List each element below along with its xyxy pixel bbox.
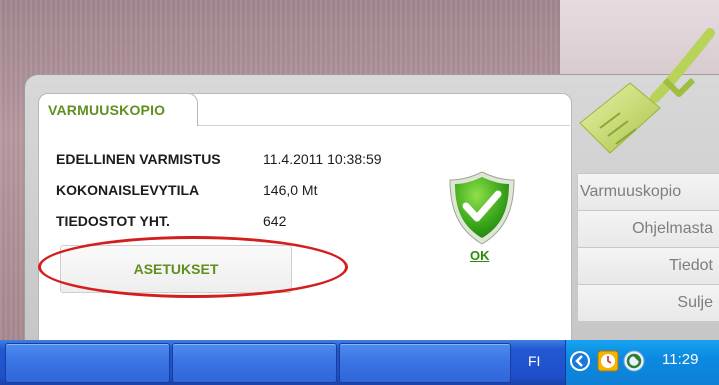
shield-check-icon bbox=[449, 171, 515, 245]
menu-item-sulje[interactable]: Sulje bbox=[577, 284, 719, 321]
taskbar-button[interactable] bbox=[339, 343, 511, 383]
info-value: 642 bbox=[263, 213, 287, 229]
info-label: EDELLINEN VARMISTUS bbox=[56, 151, 221, 167]
tray-expand-icon[interactable] bbox=[569, 350, 591, 372]
chevron-down-icon[interactable] bbox=[661, 72, 697, 102]
menu-item-varmuuskopio[interactable]: Varmuuskopio bbox=[577, 173, 719, 210]
tab-varmuuskopio[interactable]: VARMUUSKOPIO bbox=[38, 93, 198, 126]
info-label: TIEDOSTOT YHT. bbox=[56, 213, 170, 229]
clock-app-icon[interactable] bbox=[597, 350, 619, 372]
network-status-icon[interactable] bbox=[623, 350, 645, 372]
menu-item-ohjelmasta[interactable]: Ohjelmasta bbox=[577, 210, 719, 247]
info-value: 146,0 Mt bbox=[263, 182, 318, 198]
info-value: 11.4.2011 10:38:59 bbox=[263, 151, 382, 167]
menu-item-tiedot[interactable]: Tiedot bbox=[577, 247, 719, 284]
ok-link[interactable]: OK bbox=[470, 248, 490, 263]
tab-label: VARMUUSKOPIO bbox=[48, 102, 166, 118]
language-indicator[interactable]: FI bbox=[528, 353, 540, 369]
settings-button[interactable]: ASETUKSET bbox=[60, 245, 292, 293]
clock[interactable]: 11:29 bbox=[662, 351, 698, 368]
taskbar-button[interactable] bbox=[172, 343, 337, 383]
taskbar-button[interactable] bbox=[5, 343, 170, 383]
network-cable-icon bbox=[579, 28, 715, 154]
side-menu: Varmuuskopio Ohjelmasta Tiedot Sulje bbox=[577, 173, 719, 321]
info-label: KOKONAISLEVYTILA bbox=[56, 182, 200, 198]
